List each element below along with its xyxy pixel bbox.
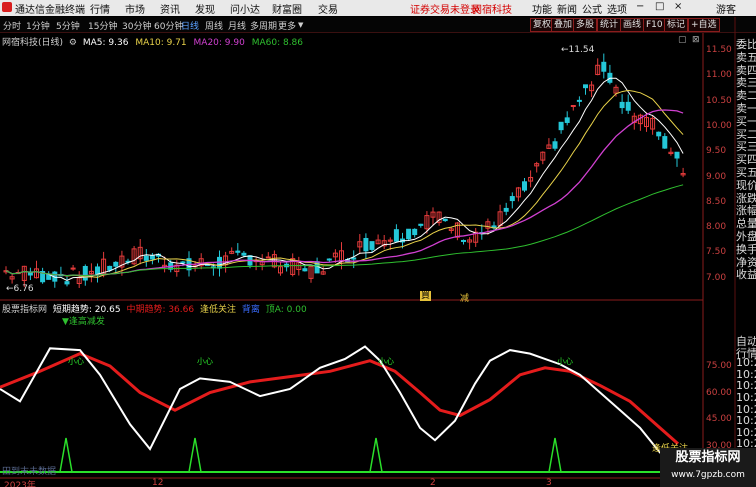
spike-caution-label: 小心 [557, 357, 573, 366]
signal-spike [548, 437, 562, 473]
candle-body [522, 181, 527, 191]
indicator-tick: 75.00 [706, 361, 732, 371]
price-tick: 8.50 [706, 196, 727, 207]
candle-body [503, 207, 509, 212]
signal-spike [188, 437, 202, 473]
candle-body [619, 101, 625, 109]
footer-note: 田到末未数据 [2, 467, 57, 477]
candle-body [64, 281, 70, 285]
price-tick: 9.50 [706, 146, 727, 157]
candle-body [143, 255, 149, 261]
watermark-url: www.7gpzb.com [671, 470, 745, 480]
candle-body [265, 256, 271, 259]
buy-marker: 買 [420, 291, 432, 301]
candle-body [461, 239, 466, 242]
candle-body [107, 265, 113, 271]
candle-body [113, 261, 119, 267]
candle-body [70, 267, 76, 270]
mid-trend-line [0, 352, 679, 445]
candle-body [576, 99, 582, 102]
candle-body [601, 61, 607, 72]
candle-body [393, 229, 399, 242]
price-tick: 7.00 [706, 272, 727, 283]
time-label-year: 2023年 [4, 481, 36, 487]
low-focus-label: 逢低关注 [199, 305, 236, 315]
price-tick: 10.50 [706, 95, 732, 106]
candle-body [326, 258, 332, 261]
mid-trend-label: 中期趋势: 36.66 [126, 305, 195, 315]
time-label-dec: 12 [152, 478, 164, 487]
candle-body [558, 121, 564, 131]
spike-caution-label: 小心 [378, 357, 394, 366]
spike-caution-label: 小心 [197, 357, 213, 366]
candle-body [509, 196, 515, 202]
indicator-name: 股票指标网 [2, 305, 48, 315]
candle-body [564, 117, 570, 123]
time-label-mar: 3 [546, 478, 552, 487]
indicator-lines [0, 345, 680, 473]
price-tick: 8.00 [706, 222, 727, 233]
candle-body [82, 265, 88, 281]
price-tick: 10.00 [706, 120, 732, 131]
price-tick: 7.50 [706, 247, 727, 258]
quote-row-label: 收益 [736, 268, 756, 282]
candle-body [302, 268, 308, 272]
candle-body [351, 257, 357, 260]
ma10-line [5, 89, 684, 278]
candle-body [656, 131, 662, 137]
signal-spike [59, 437, 73, 473]
candle-body [625, 101, 631, 111]
watermark: 股票指标网 www.7gpzb.com [660, 448, 756, 487]
candle-body [418, 223, 424, 226]
candle-body [241, 252, 247, 256]
candle-body [412, 228, 418, 236]
moving-average-lines [5, 77, 684, 281]
candle-body [369, 241, 375, 250]
candle-body [583, 84, 588, 89]
price-tick: 11.00 [706, 70, 732, 81]
watermark-title: 股票指标网 [675, 450, 741, 465]
divergence-label: 背离 [241, 305, 260, 315]
reduce-marker: 减 [460, 294, 470, 304]
top-label: 顶A: 0.00 [265, 305, 307, 315]
candle-body [235, 250, 241, 253]
candle-body [180, 261, 186, 264]
candle-body [363, 237, 369, 252]
chart-canvas [0, 17, 736, 479]
spike-caution-label: 小心 [68, 357, 84, 366]
candle-body [662, 136, 668, 149]
indicator-tick: 60.00 [706, 387, 732, 398]
indicator-tick: 45.00 [706, 414, 732, 424]
top-signal-label: ▼逢高减发 [62, 317, 105, 327]
candle-body [95, 266, 100, 275]
candlestick-series [3, 53, 686, 288]
candle-body [442, 218, 448, 222]
candle-body [552, 141, 558, 149]
candle-body [406, 228, 412, 240]
price-tick: 9.00 [706, 171, 727, 182]
time-label-feb: 2 [430, 478, 436, 487]
ma20-line [5, 109, 684, 277]
high-price-label: ←11.54 [561, 45, 595, 55]
ma60-line [5, 184, 684, 277]
low-price-label: ←6.76 [6, 284, 34, 294]
indicator-header: 股票指标网 短期趋势: 20.65 中期趋势: 36.66 逢低关注 背离 顶A… [2, 302, 307, 315]
candle-body [570, 104, 576, 107]
signal-spike [369, 437, 383, 473]
price-tick: 11.50 [706, 45, 732, 55]
candle-body [674, 151, 680, 159]
candle-body [149, 254, 155, 260]
